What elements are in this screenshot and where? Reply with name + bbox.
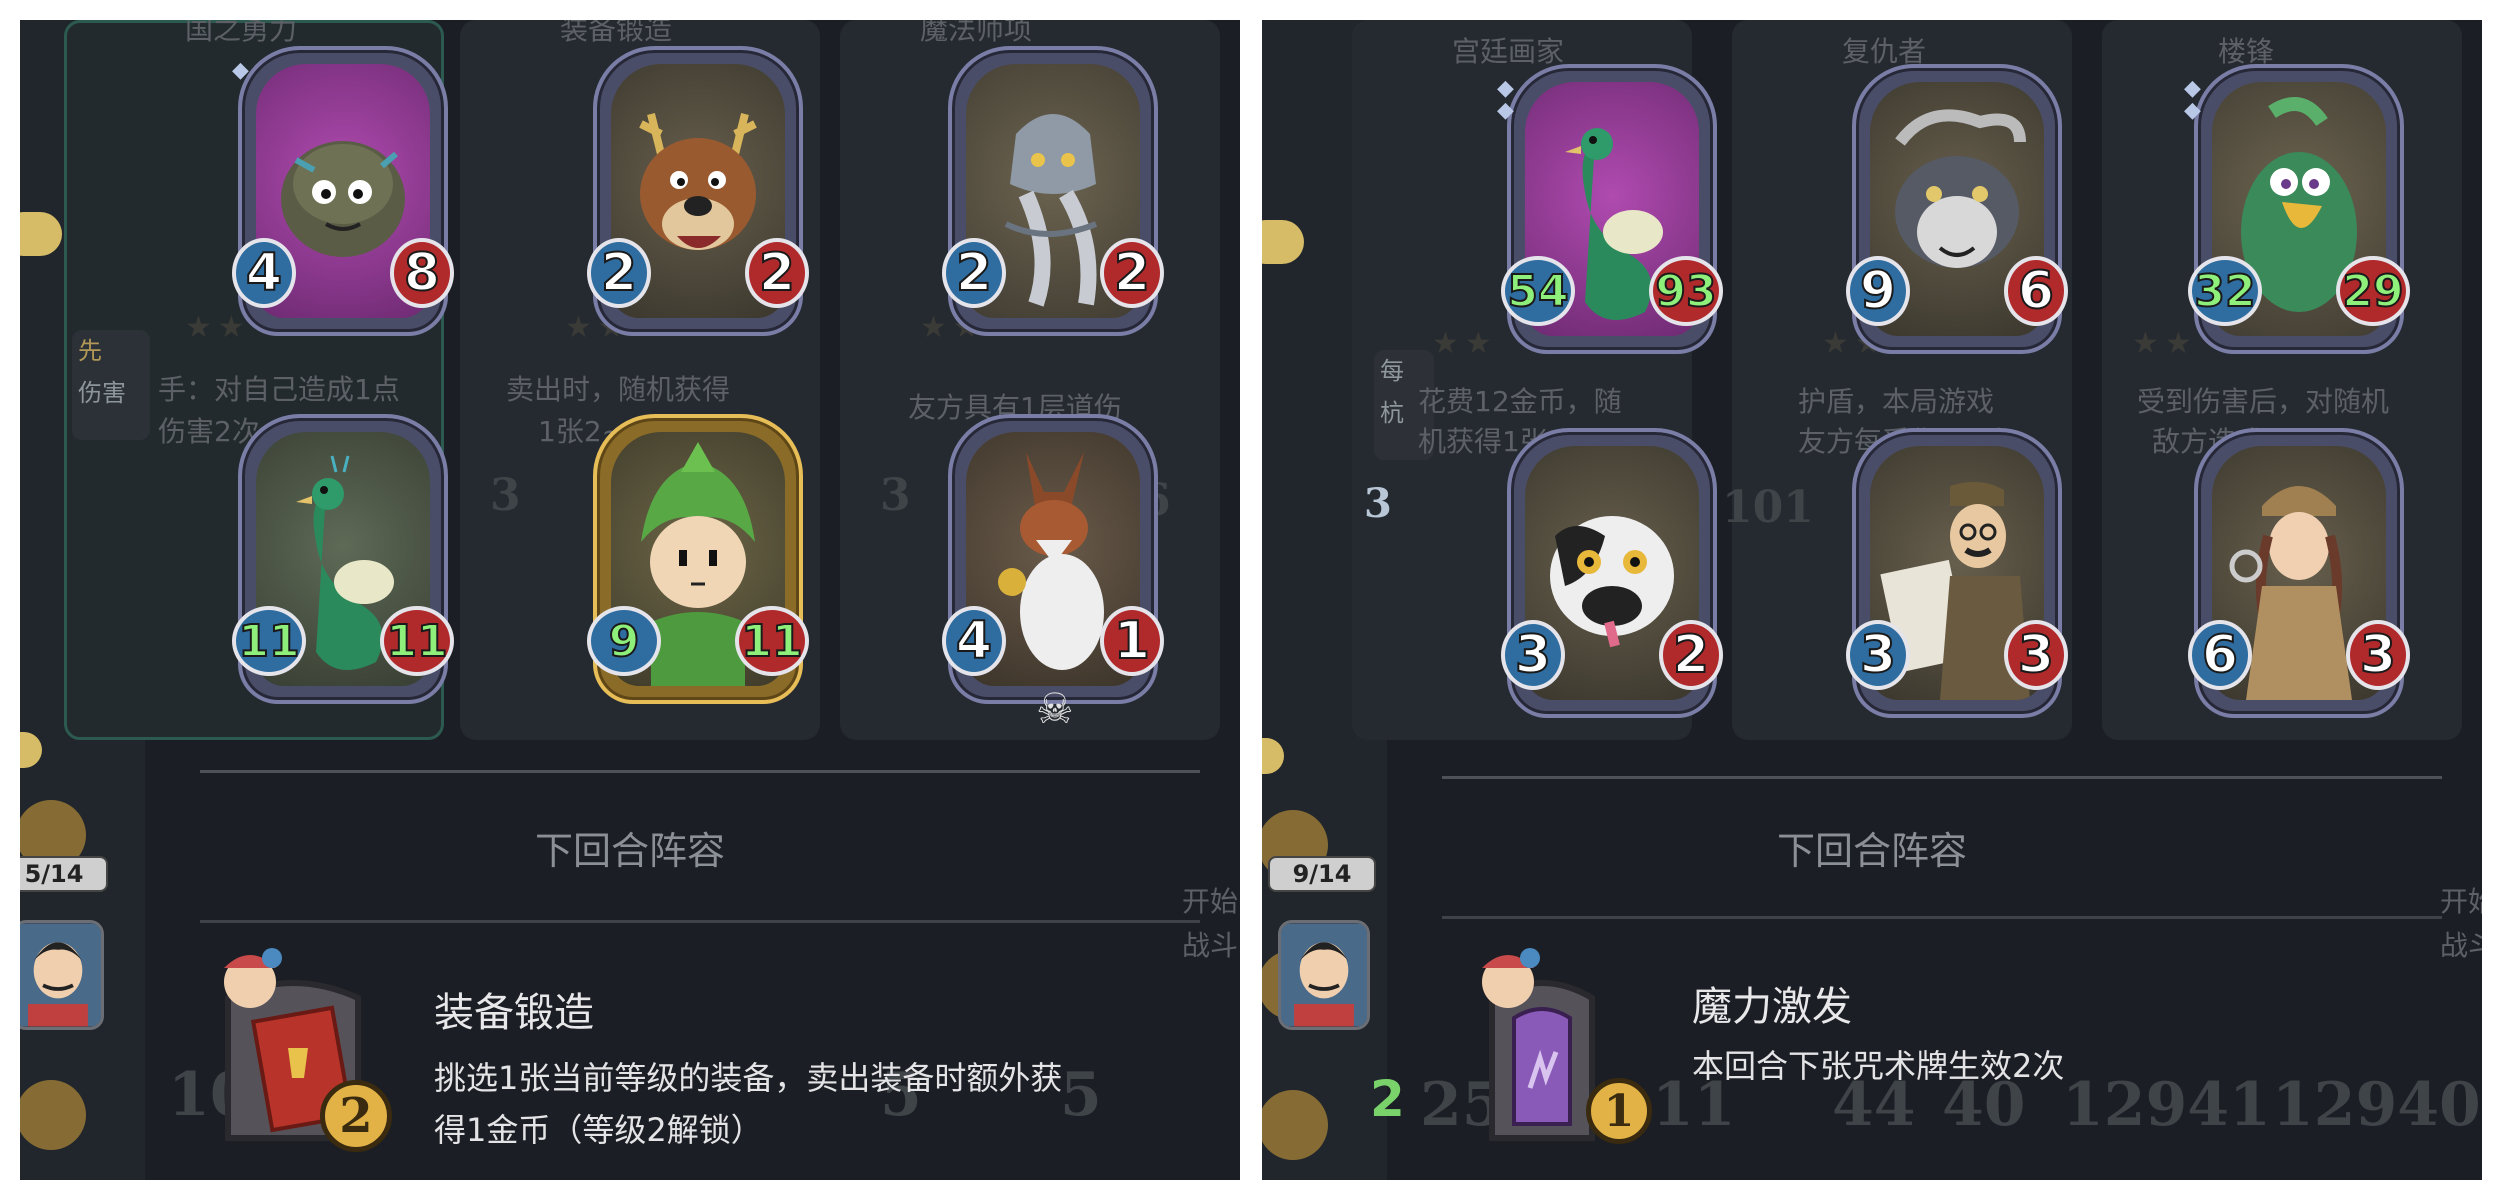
cloud-decoration: [1262, 220, 1304, 264]
health-badge: 3: [2004, 620, 2068, 690]
unlock-level-coin: 2: [320, 1080, 392, 1152]
round-counter-chip: 5/14: [20, 856, 108, 892]
bg-card-title: 装备锻造: [560, 20, 673, 46]
tier-gem-icon: ◆ ◆: [1497, 76, 1514, 123]
start-battle-text[interactable]: 开始: [1182, 880, 1238, 920]
health-badge: 6: [2004, 256, 2068, 326]
item-title: 魔力激发: [1692, 984, 1852, 1030]
side-tab-text: 伤害: [78, 379, 126, 407]
bg-effect-text: 护盾，本局游戏: [1798, 385, 1995, 418]
section-divider: [200, 920, 1200, 923]
bg-number: 3: [1364, 480, 1392, 527]
attack-badge: 54: [1501, 256, 1575, 326]
attack-badge: 2: [942, 238, 1006, 308]
minion-card[interactable]: 3 2: [1501, 428, 1723, 718]
item-description: 本回合下张咒术牌生效2次: [1692, 1047, 2065, 1085]
bg-effect-text: 卖出时，随机获得: [506, 373, 731, 406]
player-avatar[interactable]: [20, 920, 104, 1030]
minion-card[interactable]: 3 3: [1846, 428, 2068, 718]
health-badge: 11: [735, 606, 809, 676]
health-badge: 2: [1659, 620, 1723, 690]
skull-icon: ☠: [1036, 684, 1074, 733]
bg-number: 5: [1060, 1060, 1102, 1130]
attack-badge: 6: [2188, 620, 2252, 690]
attack-badge: 4: [232, 238, 296, 308]
minion-card[interactable]: ◆ ◆ 54 93: [1497, 64, 1723, 354]
item-title: 装备锻造: [434, 990, 594, 1036]
left-screenshot: 国之勇力 装备锻造 魔法师项 先 伤害 ★★ ★★★ ★★ 手：对自己造成1点 …: [20, 20, 1240, 1180]
minion-card[interactable]: 11 11: [232, 414, 454, 704]
section-divider: [1442, 916, 2442, 919]
health-badge: 8: [390, 238, 454, 308]
bg-effect-text: 花费12金币，随: [1418, 385, 1622, 418]
tier-gem-icon: ◆ ◆: [2184, 76, 2201, 123]
bg-number: 12940: [2272, 1070, 2481, 1140]
start-battle-text[interactable]: 开始: [2440, 880, 2482, 920]
health-badge: 2: [745, 238, 809, 308]
bg-number: 101: [1722, 482, 1814, 533]
minion-card[interactable]: ◆ 4 8: [232, 46, 454, 336]
item-description: 挑选1张当前等级的装备，卖出装备时额外获: [434, 1059, 1063, 1097]
minion-card-golden[interactable]: 9 11: [587, 414, 809, 704]
health-badge: 93: [1649, 256, 1723, 326]
health-badge: 1: [1100, 606, 1164, 676]
cloud-decoration: [20, 212, 62, 256]
attack-badge: 9: [587, 606, 661, 676]
attack-badge: 3: [1846, 620, 1910, 690]
health-badge: 2: [1100, 238, 1164, 308]
attack-badge: 4: [942, 606, 1006, 676]
attack-badge: 11: [232, 606, 306, 676]
minion-card[interactable]: 6 3: [2188, 428, 2410, 718]
section-divider: [1442, 776, 2442, 779]
minion-card[interactable]: 4 1 ☠: [942, 414, 1164, 733]
minion-card[interactable]: 9 6: [1846, 64, 2068, 354]
attack-badge: 2: [587, 238, 651, 308]
section-divider: [200, 770, 1200, 773]
right-screenshot: 宫廷画家 复仇者 楼锋 每 杭 ★★ ★★ ★★ 花费12金币，随 机获得1张 …: [1262, 20, 2482, 1180]
bg-number: 3: [880, 470, 911, 521]
minion-card[interactable]: ◆ ◆ 32 29: [2184, 64, 2410, 354]
side-tab[interactable]: 先 伤害: [72, 330, 150, 440]
minion-card[interactable]: 2 2: [942, 46, 1164, 336]
gold-count: 2: [1370, 1070, 1405, 1128]
bg-number: 3: [490, 470, 521, 521]
bg-card-title: 魔法师项: [920, 20, 1033, 46]
star-rating: ★★: [1432, 326, 1498, 361]
round-counter-chip: 9/14: [1268, 856, 1376, 892]
start-battle-text[interactable]: 战斗: [2440, 924, 2482, 964]
star-rating: ★★: [2132, 326, 2198, 361]
player-avatar[interactable]: [1278, 920, 1370, 1030]
health-badge: 11: [380, 606, 454, 676]
health-badge: 3: [2346, 620, 2410, 690]
bg-effect-text: 手：对自己造成1点: [158, 373, 400, 406]
attack-badge: 3: [1501, 620, 1565, 690]
minion-card[interactable]: 2 2: [587, 46, 809, 336]
bg-card-title: 国之勇力: [185, 20, 298, 46]
health-badge: 29: [2336, 256, 2410, 326]
side-tab-text: 先: [78, 337, 102, 365]
attack-badge: 9: [1846, 256, 1910, 326]
next-round-title: 下回合阵容: [534, 829, 725, 873]
unlock-level-coin: 1: [1586, 1078, 1652, 1144]
bg-effect-text: 受到伤害后，对随机: [2137, 385, 2390, 418]
start-battle-text[interactable]: 战斗: [1182, 924, 1238, 964]
item-description: 得1金币（等级2解锁）: [434, 1111, 763, 1149]
tier-gem-icon: ◆: [232, 58, 249, 83]
attack-badge: 32: [2188, 256, 2262, 326]
bg-number: 12941: [2062, 1070, 2271, 1140]
next-round-title: 下回合阵容: [1776, 829, 1967, 873]
